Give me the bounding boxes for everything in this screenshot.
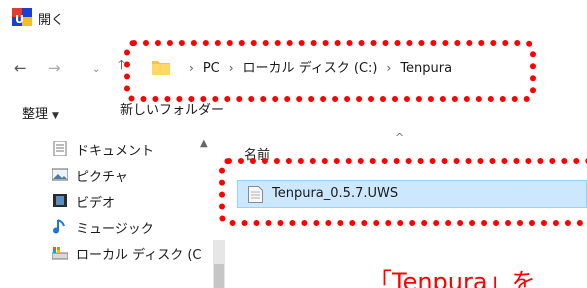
drive-icon (52, 247, 68, 260)
sidebar-item-label: ミュージック (76, 222, 154, 237)
sidebar-item-local-disk[interactable]: ローカル ディスク (C (52, 240, 226, 266)
file-name: Tenpura_0.5.7.UWS (272, 186, 399, 201)
navigation-bar: ← → ⌄ 🡑 › PC › ローカル ディスク (C:) › Tenpura (0, 52, 587, 86)
navigation-pane: ドキュメント ピクチャ ビデオ ミュージック ローカル ディスク (C (0, 128, 226, 288)
back-arrow-icon[interactable]: ← (14, 58, 27, 78)
breadcrumb-separator-icon: › (228, 61, 234, 75)
svg-text:U: U (15, 13, 24, 26)
video-icon (53, 194, 67, 207)
new-folder-button[interactable]: 新しいフォルダー (120, 99, 224, 118)
open-file-dialog: U 開く ← → ⌄ 🡑 › PC › ローカル ディスク (C:) › Tenpura … (0, 0, 587, 288)
folder-icon (152, 61, 170, 75)
sidebar-item-label: ドキュメント (76, 144, 155, 159)
chevron-down-icon[interactable]: ⌄ (92, 60, 100, 80)
caret-down-icon: ▼ (52, 111, 59, 121)
breadcrumb-local-disk[interactable]: ローカル ディスク (C:) (243, 59, 378, 79)
organize-button[interactable]: 整理 ▼ (22, 103, 59, 122)
scroll-up-icon[interactable]: ▲ (200, 138, 208, 149)
file-row[interactable]: Tenpura_0.5.7.UWS (237, 180, 587, 208)
breadcrumb-pc[interactable]: PC (203, 59, 220, 79)
file-icon (248, 186, 263, 203)
breadcrumb-separator-icon: › (386, 61, 392, 75)
forward-arrow-icon[interactable]: → (48, 58, 61, 78)
sidebar-item-label: ローカル ディスク (C (76, 248, 202, 263)
organize-label: 整理 (22, 107, 49, 122)
title-bar: U 開く (0, 0, 587, 34)
annotation-caption: 「Tenpura」を (368, 268, 536, 288)
command-bar: 整理 ▼ 新しいフォルダー (0, 94, 587, 126)
window-title: 開く (38, 13, 65, 28)
sidebar-item-pictures[interactable]: ピクチャ (52, 162, 226, 188)
sidebar-item-videos[interactable]: ビデオ (52, 188, 226, 214)
sidebar-item-label: ピクチャ (76, 170, 128, 185)
sidebar-item-music[interactable]: ミュージック (52, 214, 226, 240)
app-icon: U (12, 8, 32, 26)
document-icon (53, 141, 67, 156)
breadcrumb: › PC › ローカル ディスク (C:) › Tenpura (180, 58, 452, 79)
up-arrow-icon[interactable]: 🡑 (118, 56, 125, 76)
sidebar-item-label: ビデオ (76, 196, 116, 211)
column-header-name[interactable]: 名前 (244, 144, 270, 163)
picture-icon (52, 168, 68, 181)
breadcrumb-separator-icon: › (189, 61, 194, 75)
music-icon (53, 219, 65, 234)
sort-caret-icon: ^ (395, 131, 405, 144)
scrollbar-thumb[interactable] (214, 264, 224, 288)
breadcrumb-tenpura[interactable]: Tenpura (400, 59, 452, 79)
